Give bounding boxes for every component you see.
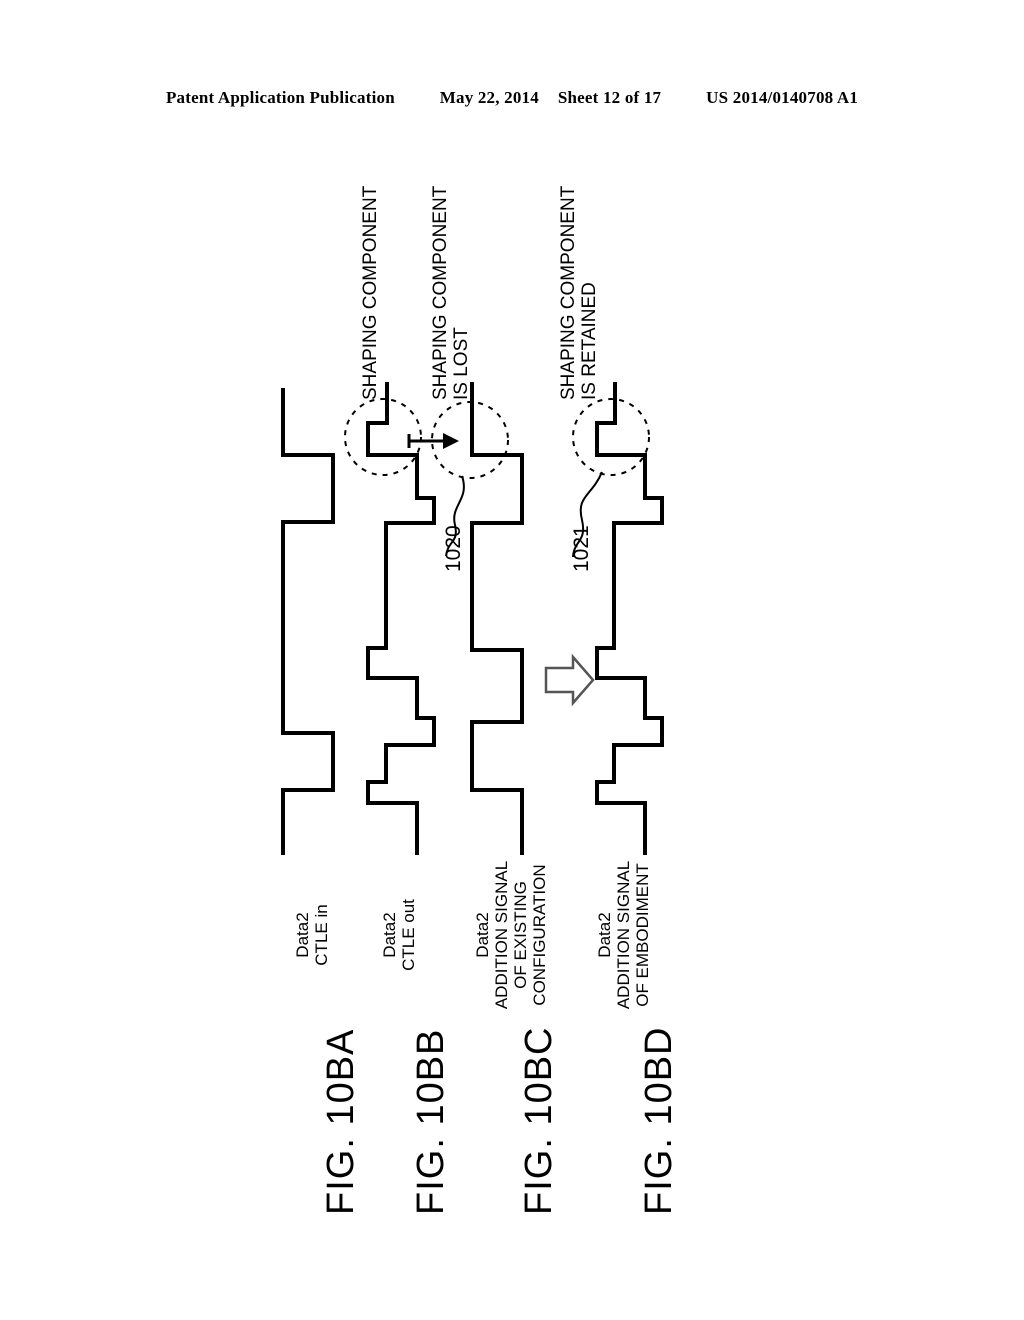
figure-title-10BB: FIG. 10BB [410, 1028, 452, 1215]
figure-caption-10BB-line2: CTLE out [399, 899, 418, 971]
figure-caption-10BC-line3: OF EXISTING [511, 881, 530, 989]
reference-numeral-1021: 1021 [570, 525, 593, 572]
reference-numeral-1020: 1020 [442, 525, 465, 572]
transition-arrow [407, 433, 459, 449]
figure-caption-10BD: Data2 ADDITION SIGNAL OF EMBODIMENT [595, 835, 652, 1035]
waveform-10BD [595, 382, 664, 855]
figure-drawing: SHAPING COMPONENT SHAPING COMPONENT IS L… [0, 0, 1024, 1320]
figure-title-10BD: FIG. 10BD [638, 1026, 680, 1216]
figure-caption-10BC-line4: CONFIGURATION [530, 864, 549, 1006]
annotation-shaping-component-lost: SHAPING COMPONENT IS LOST [430, 186, 472, 400]
annotation-shaping-component-lost-line1: SHAPING COMPONENT [430, 185, 451, 400]
figure-title-10BC: FIG. 10BC [518, 1026, 560, 1216]
waveform-10BC [470, 382, 524, 855]
figure-caption-10BD-line2: ADDITION SIGNAL [614, 860, 633, 1010]
figure-caption-10BB-line1: Data2 [380, 912, 399, 958]
annotation-shaping-component-lost-line2: IS LOST [451, 327, 472, 400]
figure-caption-10BC-line2: ADDITION SIGNAL [492, 860, 511, 1010]
figure-caption-10BA-line2: CTLE in [312, 904, 331, 966]
annotation-shaping-component: SHAPING COMPONENT [360, 186, 381, 400]
waveform-10BB [366, 382, 436, 855]
figure-caption-10BC-line1: Data2 [473, 912, 492, 958]
figure-caption-10BC: Data2 ADDITION SIGNAL OF EXISTING CONFIG… [473, 835, 549, 1035]
figure-title-10BA: FIG. 10BA [320, 1028, 362, 1215]
figure-caption-10BD-line1: Data2 [595, 912, 614, 958]
figure-caption-10BA-line1: Data2 [293, 912, 312, 958]
annotation-shaping-component-retained: SHAPING COMPONENT IS RETAINED [558, 186, 600, 400]
waveform-10BA [281, 388, 335, 855]
figure-caption-10BA: Data2 CTLE in [293, 865, 331, 1005]
waveform-diagram-svg [281, 382, 664, 855]
figure-caption-10BD-line3: OF EMBODIMENT [633, 863, 652, 1007]
block-arrow-icon [544, 653, 595, 707]
callout-circle-10BD [572, 398, 650, 476]
annotation-shaping-component-retained-line1: SHAPING COMPONENT [558, 185, 579, 400]
annotation-shaping-component-line1: SHAPING COMPONENT [360, 185, 381, 400]
annotation-shaping-component-retained-line2: IS RETAINED [579, 282, 600, 400]
figure-caption-10BB: Data2 CTLE out [380, 865, 418, 1005]
